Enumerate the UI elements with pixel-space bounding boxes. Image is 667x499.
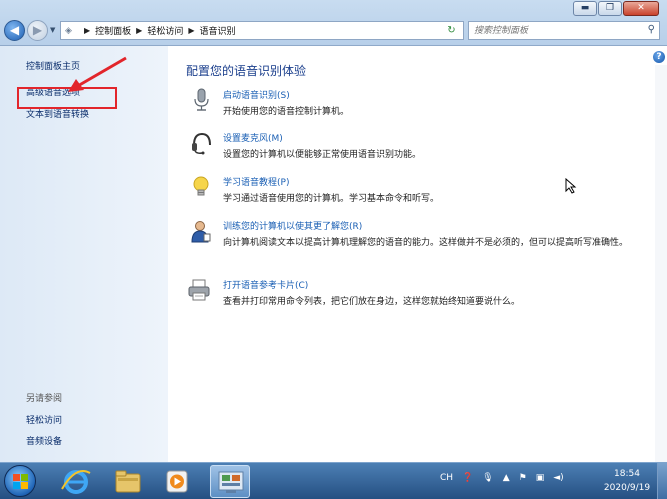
task-description: 学习通过语音使用您的计算机。学习基本命令和听写。	[223, 194, 440, 204]
link-audio-devices[interactable]: 音频设备	[26, 434, 62, 455]
link-speech-tutorial[interactable]: 学习语音教程(P)	[223, 175, 289, 188]
task-description: 向计算机阅读文本以提高计算机理解您的语音的能力。这样做并不是必须的，但可以提高听…	[223, 238, 629, 248]
link-set-up-microphone[interactable]: 设置麦克风(M)	[223, 131, 283, 144]
forward-button[interactable]: ▶	[27, 20, 48, 41]
scrollbar-track[interactable]	[655, 65, 667, 462]
refresh-icon: ↻	[447, 25, 456, 36]
person-icon	[191, 221, 211, 243]
taskbar-internet-explorer[interactable]	[56, 465, 96, 498]
mouse-cursor-icon	[565, 178, 577, 194]
red-arrow-annotation-icon	[68, 56, 127, 92]
address-bar[interactable]: ◈ ▶ 控制面板 ▶ 轻松访问 ▶ 语音识别 ▼	[60, 21, 464, 40]
link-ease-of-access[interactable]: 轻松访问	[26, 413, 62, 434]
folder-icon	[115, 470, 141, 493]
printer-icon	[188, 279, 210, 301]
refresh-button[interactable]: ↻	[440, 21, 464, 40]
chevron-right-icon[interactable]: ▶	[84, 26, 90, 35]
search-icon[interactable]: ⚲	[648, 24, 655, 35]
arrow-right-icon: ▶	[32, 23, 43, 37]
breadcrumb-ease-of-access[interactable]: 轻松访问	[147, 24, 183, 37]
help-tray-icon[interactable]: ❓	[462, 473, 473, 483]
search-box[interactable]: ⚲	[468, 21, 660, 40]
title-bar: ▬ ❐ ✕ ◀ ▶ ▼ ◈ ▶ 控制面板 ▶ 轻松访问 ▶ 语音识别 ▼ ↻ ⚲	[0, 0, 667, 46]
microphone-icon	[194, 88, 209, 111]
link-text-to-speech[interactable]: 文本到语音转换	[26, 108, 89, 134]
clock[interactable]: 18:54 2020/9/19	[597, 467, 657, 495]
back-button[interactable]: ◀	[4, 20, 25, 41]
show-desktop-button[interactable]	[657, 463, 667, 499]
action-center-flag-icon[interactable]: ⚑	[519, 473, 527, 483]
control-panel-icon	[218, 471, 244, 493]
microphone-tray-icon[interactable]: 🎙	[482, 473, 493, 483]
media-player-icon	[166, 470, 188, 493]
task-description: 开始使用您的语音控制计算机。	[223, 107, 350, 117]
chevron-right-icon[interactable]: ▶	[188, 26, 194, 35]
see-also-title: 另请参阅	[26, 394, 63, 404]
taskbar: CH ❓ 🎙 ▲ ⚑ ▣ ◄) 18:54 2020/9/19	[0, 462, 667, 499]
network-icon[interactable]: ▣	[536, 473, 545, 483]
help-icon[interactable]: ?	[653, 51, 665, 63]
start-button[interactable]	[4, 465, 36, 497]
clock-date: 2020/9/19	[603, 483, 651, 493]
control-panel-icon: ◈	[65, 25, 72, 36]
arrow-left-icon: ◀	[9, 23, 20, 37]
windows-logo-icon	[13, 474, 29, 490]
minimize-button[interactable]: ▬	[573, 1, 597, 16]
taskbar-file-explorer[interactable]	[108, 465, 148, 498]
language-indicator[interactable]: CH	[440, 473, 453, 483]
close-button[interactable]: ✕	[623, 1, 659, 16]
link-train-computer[interactable]: 训练您的计算机以使其更了解您(R)	[223, 219, 362, 232]
window-controls: ▬ ❐ ✕	[573, 1, 659, 16]
breadcrumb-speech-recognition[interactable]: 语音识别	[200, 24, 236, 37]
search-input[interactable]	[469, 22, 639, 39]
clock-time: 18:54	[614, 469, 640, 479]
link-speech-reference-card[interactable]: 打开语音参考卡片(C)	[223, 278, 308, 291]
history-dropdown-icon[interactable]: ▼	[50, 26, 55, 34]
task-description: 查看并打印常用命令列表，把它们放在身边，这样您就始终知道要说什么。	[223, 297, 521, 307]
left-pane: 控制面板主页 高级语音选项 文本到语音转换 另请参阅 轻松访问 音频设备	[0, 46, 168, 462]
taskbar-control-panel[interactable]	[210, 465, 250, 498]
chevron-right-icon[interactable]: ▶	[136, 26, 142, 35]
system-tray: CH ❓ 🎙 ▲ ⚑ ▣ ◄)	[440, 473, 564, 483]
task-description: 设置您的计算机以便能够正常使用语音识别功能。	[223, 150, 422, 160]
taskbar-media-player[interactable]	[157, 465, 197, 498]
page-title: 配置您的语音识别体验	[186, 64, 307, 78]
lightbulb-icon	[193, 176, 209, 196]
internet-explorer-icon	[61, 470, 91, 494]
volume-icon[interactable]: ◄)	[553, 473, 563, 483]
see-also-section: 另请参阅 轻松访问 音频设备	[26, 391, 62, 455]
breadcrumb-control-panel[interactable]: 控制面板	[95, 24, 131, 37]
link-start-speech-recognition[interactable]: 启动语音识别(S)	[223, 88, 290, 101]
maximize-button[interactable]: ❐	[598, 1, 622, 16]
show-hidden-icons-icon[interactable]: ▲	[503, 473, 510, 483]
headset-icon	[192, 132, 211, 155]
